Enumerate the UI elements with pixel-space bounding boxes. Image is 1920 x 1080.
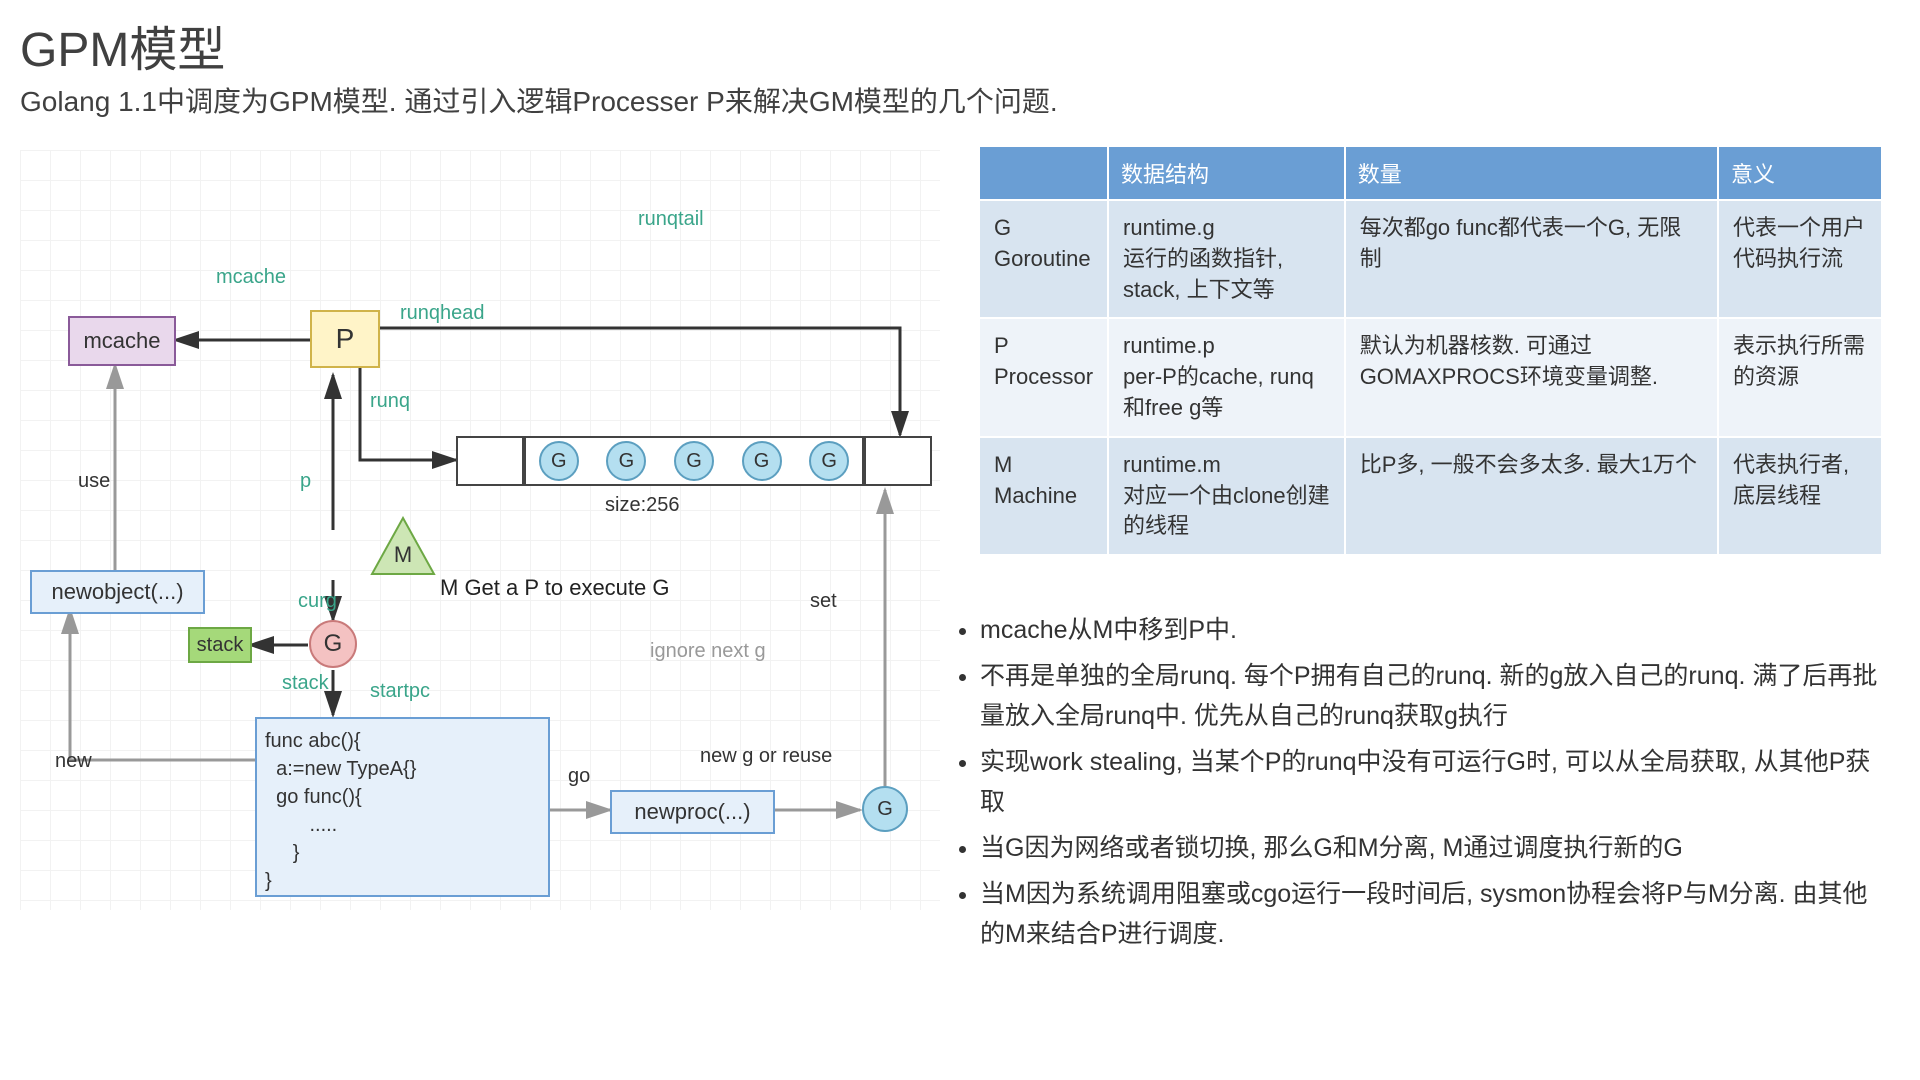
cell: runtime.p per-P的cache, runq和free g等 bbox=[1108, 318, 1345, 436]
label-stack: stack bbox=[282, 672, 329, 695]
m-triangle: M bbox=[368, 516, 438, 578]
p-box: P bbox=[310, 310, 380, 368]
cell: 表示执行所需的资源 bbox=[1718, 318, 1882, 436]
list-item: 当G因为网络或者锁切换, 那么G和M分离, M通过调度执行新的G bbox=[980, 828, 1890, 868]
diagram: mcache newobject(...) P M G stack func a… bbox=[20, 150, 940, 910]
th-struct: 数据结构 bbox=[1108, 146, 1345, 200]
label-size: size:256 bbox=[605, 494, 680, 517]
list-item: 当M因为系统调用阻塞或cgo运行一段时间后, sysmon协程会将P与M分离. … bbox=[980, 874, 1890, 954]
table-row: M Machine runtime.m 对应一个由clone创建的线程 比P多,… bbox=[979, 437, 1882, 555]
label-curg: curg bbox=[298, 590, 337, 613]
label-newg: new g or reuse bbox=[700, 745, 832, 768]
g-end-circle: G bbox=[862, 786, 908, 832]
label-use: use bbox=[78, 470, 110, 493]
func-code-box: func abc(){ a:=new TypeA{} go func(){ ..… bbox=[255, 717, 550, 897]
label-p: p bbox=[300, 470, 311, 493]
cell: P Processor bbox=[979, 318, 1108, 436]
table-row: G Goroutine runtime.g 运行的函数指针, stack, 上下… bbox=[979, 200, 1882, 318]
runq-cell-empty-left bbox=[456, 436, 524, 486]
label-mcache: mcache bbox=[216, 266, 286, 289]
stack-box: stack bbox=[188, 627, 252, 663]
g-circle: G bbox=[309, 620, 357, 668]
cell: runtime.m 对应一个由clone创建的线程 bbox=[1108, 437, 1345, 555]
label-startpc: startpc bbox=[370, 680, 430, 703]
runq-g-4: G bbox=[809, 441, 849, 481]
newproc-box: newproc(...) bbox=[610, 790, 775, 834]
cell: 比P多, 一般不会多太多. 最大1万个 bbox=[1345, 437, 1718, 555]
label-new: new bbox=[55, 750, 92, 773]
newobject-box: newobject(...) bbox=[30, 570, 205, 614]
gpm-table: 数据结构 数量 意义 G Goroutine runtime.g 运行的函数指针… bbox=[978, 145, 1883, 556]
bullet-list: mcache从M中移到P中. 不再是单独的全局runq. 每个P拥有自己的run… bbox=[950, 610, 1890, 960]
runq-g-3: G bbox=[742, 441, 782, 481]
cell: 代表一个用户代码执行流 bbox=[1718, 200, 1882, 318]
label-go: go bbox=[568, 765, 590, 788]
cell: 代表执行者, 底层线程 bbox=[1718, 437, 1882, 555]
runq-g-2: G bbox=[674, 441, 714, 481]
cell: 每次都go func都代表一个G, 无限制 bbox=[1345, 200, 1718, 318]
list-item: 不再是单独的全局runq. 每个P拥有自己的runq. 新的g放入自己的runq… bbox=[980, 656, 1890, 736]
cell: M Machine bbox=[979, 437, 1108, 555]
cell: G Goroutine bbox=[979, 200, 1108, 318]
list-item: 实现work stealing, 当某个P的runq中没有可运行G时, 可以从全… bbox=[980, 742, 1890, 822]
label-m-note: M Get a P to execute G bbox=[440, 575, 670, 601]
label-ignore: ignore next g bbox=[650, 640, 766, 663]
th-name bbox=[979, 146, 1108, 200]
runq-g-0: G bbox=[539, 441, 579, 481]
label-runq: runq bbox=[370, 390, 410, 413]
mcache-box: mcache bbox=[68, 316, 176, 366]
list-item: mcache从M中移到P中. bbox=[980, 610, 1890, 650]
cell: 默认为机器核数. 可通过GOMAXPROCS环境变量调整. bbox=[1345, 318, 1718, 436]
label-runqtail: runqtail bbox=[638, 208, 704, 231]
svg-text:M: M bbox=[394, 542, 412, 567]
runq-cell-empty-right bbox=[864, 436, 932, 486]
th-count: 数量 bbox=[1345, 146, 1718, 200]
label-set: set bbox=[810, 590, 837, 613]
cell: runtime.g 运行的函数指针, stack, 上下文等 bbox=[1108, 200, 1345, 318]
table-row: P Processor runtime.p per-P的cache, runq和… bbox=[979, 318, 1882, 436]
label-runqhead: runqhead bbox=[400, 302, 485, 325]
page-title: GPM模型 bbox=[20, 10, 225, 80]
th-meaning: 意义 bbox=[1718, 146, 1882, 200]
runq-g-1: G bbox=[606, 441, 646, 481]
page-subtitle: Golang 1.1中调度为GPM模型. 通过引入逻辑Processer P来解… bbox=[20, 80, 1058, 120]
runq-cells: G G G G G bbox=[524, 436, 864, 486]
